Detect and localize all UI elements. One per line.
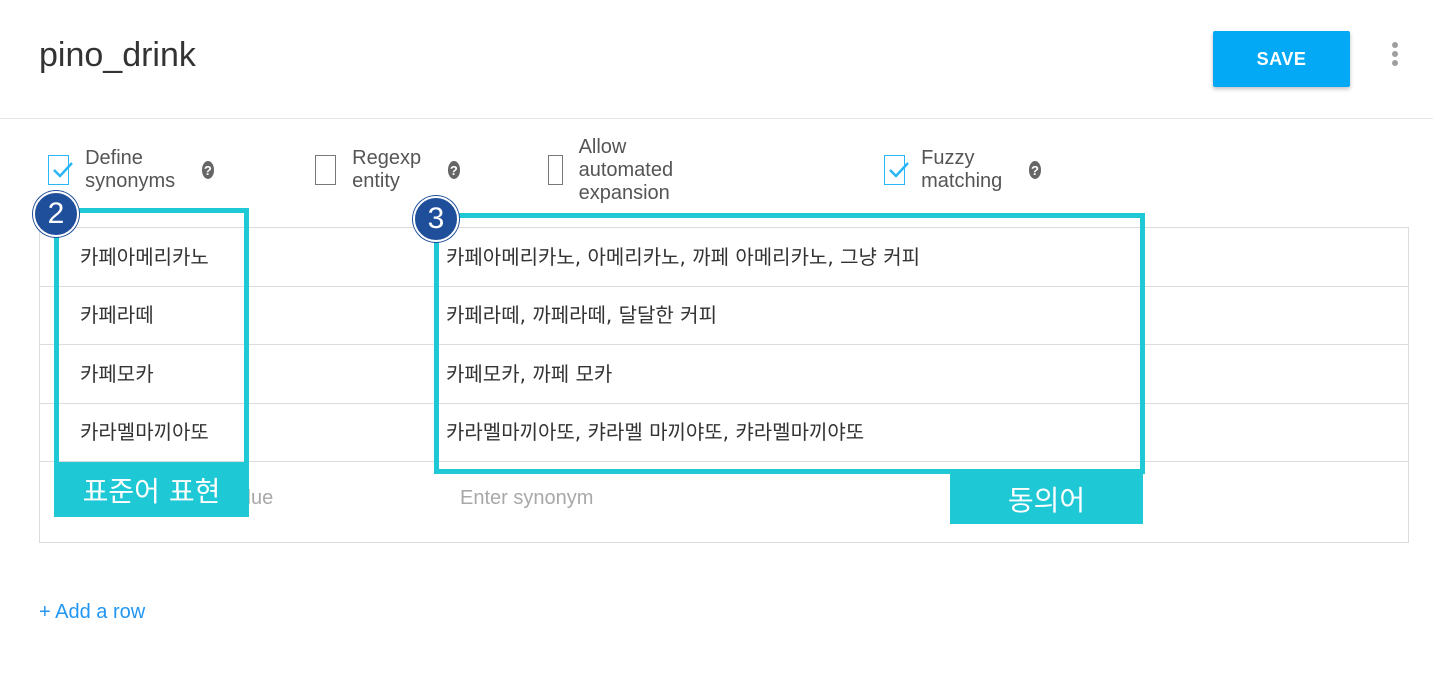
option-fuzzy-matching[interactable]: Fuzzy matching ? (884, 147, 1042, 192)
regexp-entity-checkbox[interactable] (315, 155, 337, 185)
annotation-box-synonyms (434, 213, 1145, 474)
define-synonyms-label: Define synonyms (85, 147, 176, 192)
save-button[interactable]: SAVE (1213, 31, 1350, 87)
automated-expansion-checkbox[interactable] (548, 155, 563, 185)
fuzzy-matching-label: Fuzzy matching (921, 147, 1003, 192)
option-regexp-entity[interactable]: Regexp entity ? (315, 147, 460, 192)
help-icon[interactable]: ? (201, 161, 215, 179)
annotation-box-values (54, 208, 249, 467)
annotation-tag-value: 표준어 표현 (54, 463, 249, 517)
help-icon[interactable]: ? (1028, 161, 1042, 179)
automated-expansion-label: Allow automated expansion (578, 135, 674, 204)
page-title: pino_drink (39, 36, 196, 74)
annotation-badge-3: 3 (413, 196, 459, 242)
option-automated-expansion[interactable]: Allow automated expansion (548, 136, 689, 204)
option-define-synonyms[interactable]: Define synonyms ? (48, 147, 215, 192)
add-row-link[interactable]: + Add a row (39, 601, 145, 624)
annotation-badge-2: 2 (33, 191, 79, 237)
fuzzy-matching-checkbox[interactable] (884, 155, 909, 185)
page-header: pino_drink SAVE (0, 0, 1433, 119)
regexp-entity-label: Regexp entity (352, 147, 422, 192)
more-vert-icon[interactable] (1389, 42, 1401, 70)
help-icon[interactable]: ? (447, 161, 460, 179)
annotation-tag-synonym: 동의어 (950, 474, 1143, 524)
define-synonyms-checkbox[interactable] (48, 155, 73, 185)
synonym-input[interactable] (458, 486, 862, 511)
